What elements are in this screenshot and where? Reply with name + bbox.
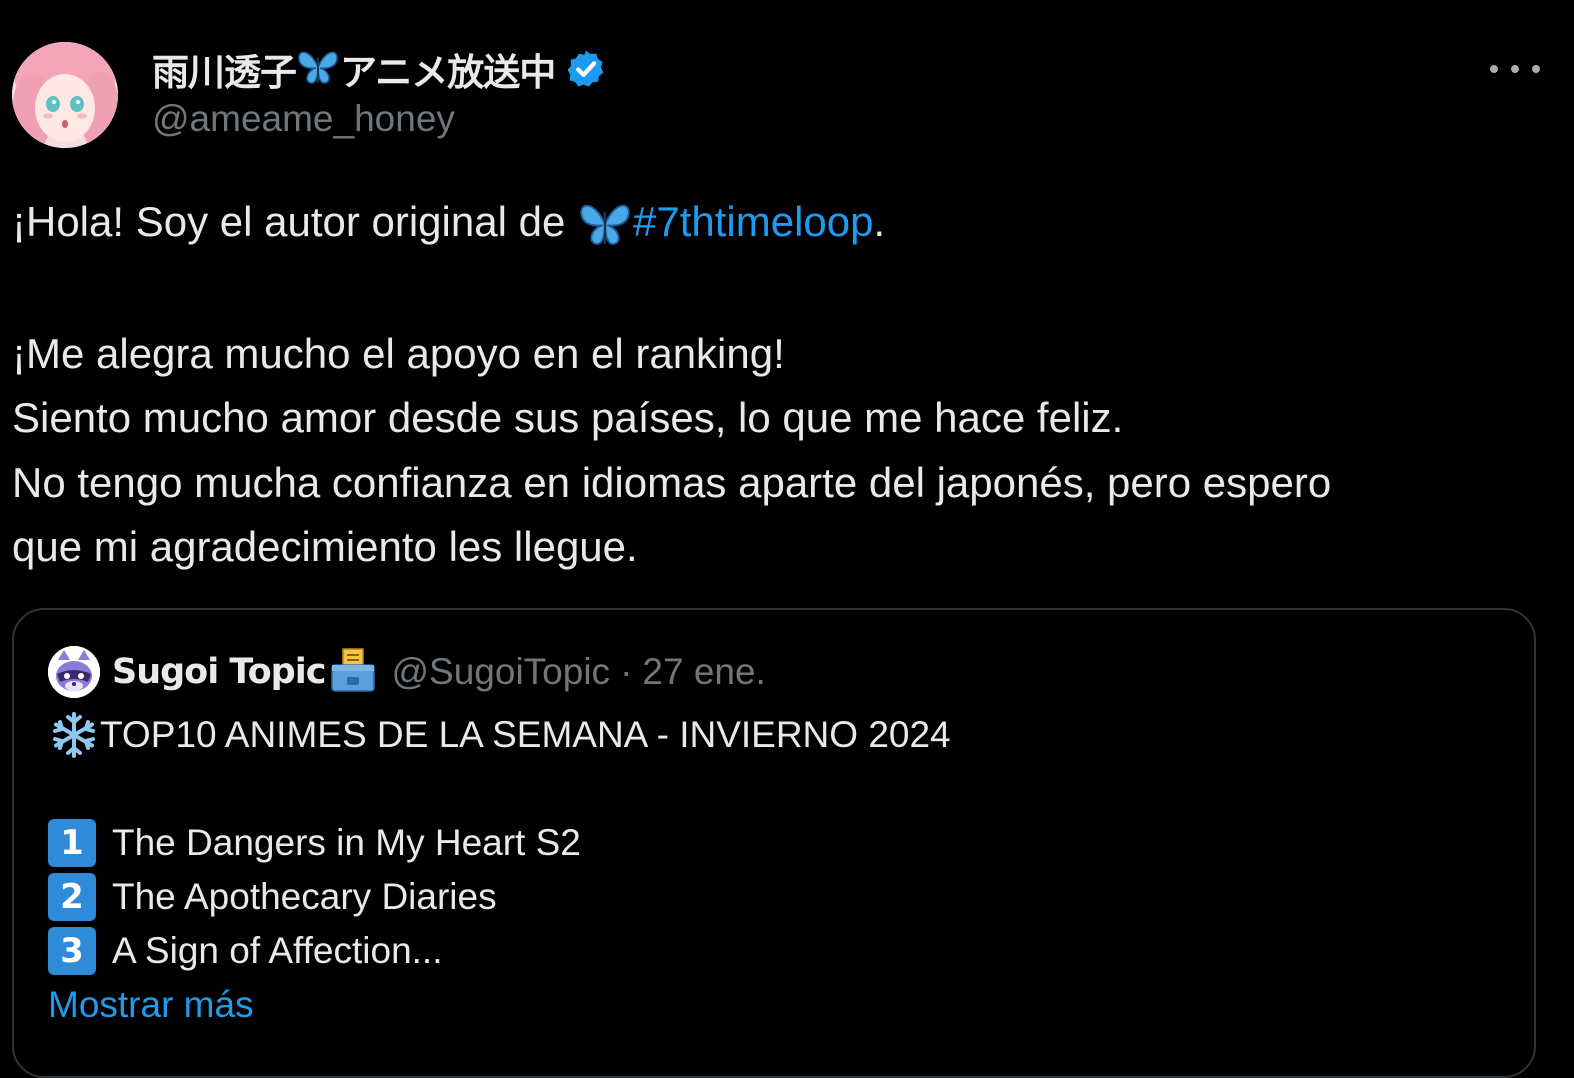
tweet-line-1: ¡Hola! Soy el autor original de #7thtime…	[12, 190, 1552, 257]
quoted-date[interactable]: 27 ene.	[642, 651, 765, 693]
ballot-box-icon	[329, 647, 377, 697]
quoted-separator: ·	[620, 651, 633, 692]
more-options-icon[interactable]	[1490, 54, 1540, 84]
keycap-2-icon: 2	[48, 873, 96, 921]
tweet-line-1-text: ¡Hola! Soy el autor original de	[12, 198, 577, 245]
quoted-title: TOP10 ANIMES DE LA SEMANA - INVIERNO 202…	[100, 714, 951, 755]
keycap-1-icon: 1	[48, 819, 96, 867]
ranking-item: 3 A Sign of Affection...	[48, 924, 1508, 978]
tweet-line-4: No tengo mucha confianza en idiomas apar…	[12, 458, 1332, 506]
author-handle[interactable]: @ameame_honey	[152, 98, 455, 140]
show-more-link[interactable]: Mostrar más	[48, 978, 1508, 1032]
ranking-item: 1 The Dangers in My Heart S2	[48, 816, 1508, 870]
ranking-item-title: The Apothecary Diaries	[112, 876, 497, 917]
verified-badge-icon[interactable]	[565, 48, 607, 90]
tweet-line-3: Siento mucho amor desde sus países, lo q…	[12, 394, 1124, 442]
snowflake-icon	[48, 711, 100, 759]
hashtag-link[interactable]: #7thtimeloop	[633, 198, 874, 245]
raccoon-avatar-icon	[48, 646, 100, 698]
butterfly-icon	[577, 193, 633, 258]
ranking-item: 2 The Apothecary Diaries	[48, 870, 1508, 924]
quoted-avatar[interactable]	[48, 646, 100, 698]
author-avatar[interactable]	[12, 42, 118, 148]
quoted-header: Sugoi Topic @SugoiTopic · 27 ene.	[112, 644, 766, 700]
tweet-line-2: ¡Me alegra mucho el apoyo en el ranking!	[12, 329, 785, 377]
author-display-name-prefix[interactable]: 雨川透子	[152, 42, 297, 96]
tweet-line-1-end: .	[873, 198, 886, 245]
tweet: 雨川透子 アニメ放送中 @ameame_honey ¡Hola! Soy el …	[0, 0, 1574, 1078]
quoted-title-row: TOP10 ANIMES DE LA SEMANA - INVIERNO 202…	[48, 708, 1508, 762]
author-name-row[interactable]: 雨川透子 アニメ放送中	[152, 42, 607, 96]
author-display-name-suffix[interactable]: アニメ放送中	[340, 42, 556, 96]
quoted-handle[interactable]: @SugoiTopic	[391, 651, 610, 693]
more-dot	[1511, 65, 1519, 73]
quoted-tweet[interactable]: Sugoi Topic @SugoiTopic · 27 ene. TOP10 …	[12, 608, 1536, 1078]
more-dot	[1490, 65, 1498, 73]
avatar-illustration	[12, 42, 118, 148]
quoted-display-name[interactable]: Sugoi Topic	[112, 652, 326, 692]
ranking-item-title: A Sign of Affection...	[112, 930, 443, 971]
butterfly-icon	[296, 47, 340, 91]
ranking-item-title: The Dangers in My Heart S2	[112, 822, 581, 863]
more-dot	[1532, 65, 1540, 73]
tweet-text: ¡Hola! Soy el autor original de #7thtime…	[12, 190, 1552, 580]
quoted-text: TOP10 ANIMES DE LA SEMANA - INVIERNO 202…	[48, 708, 1508, 1032]
tweet-line-5: que mi agradecimiento les llegue.	[12, 523, 638, 571]
keycap-3-icon: 3	[48, 927, 96, 975]
